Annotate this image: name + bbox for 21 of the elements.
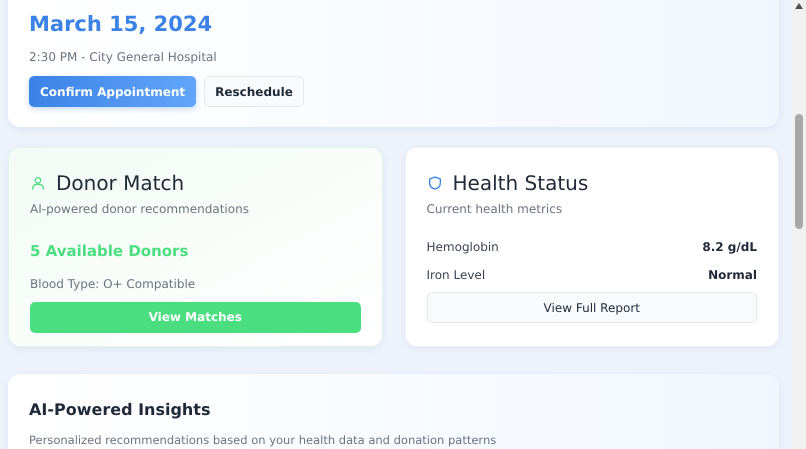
view-full-report-button[interactable]: View Full Report <box>426 292 757 323</box>
card-title: Health Status <box>452 170 588 197</box>
metric-label: Iron Level <box>426 267 486 284</box>
metric-value: 8.2 g/dL <box>702 239 757 256</box>
donor-count: 5 Available Donors <box>30 241 190 262</box>
section-title: AI-Powered Insights <box>29 399 212 421</box>
person-icon <box>30 175 46 191</box>
scroll-up-icon[interactable] <box>795 3 803 9</box>
shield-icon <box>426 175 442 191</box>
card-title: Donor Match <box>56 170 184 197</box>
section-subtitle: Personalized recommendations based on your health data and donation patterns <box>29 432 498 449</box>
metric-value: Normal <box>708 267 757 284</box>
scrollbar-thumb[interactable] <box>795 114 803 229</box>
scrollbar[interactable] <box>792 0 806 449</box>
card-subtitle: AI-powered donor recommendations <box>30 201 250 218</box>
reschedule-button[interactable]: Reschedule <box>204 76 304 107</box>
blood-type: Blood Type: O+ Compatible <box>30 276 196 292</box>
card-subtitle: Current health metrics <box>426 201 564 218</box>
appointment-details: 2:30 PM - City General Hospital <box>29 49 218 66</box>
metric-label: Hemoglobin <box>426 239 499 256</box>
appointment-date: March 15, 2024 <box>29 11 214 38</box>
